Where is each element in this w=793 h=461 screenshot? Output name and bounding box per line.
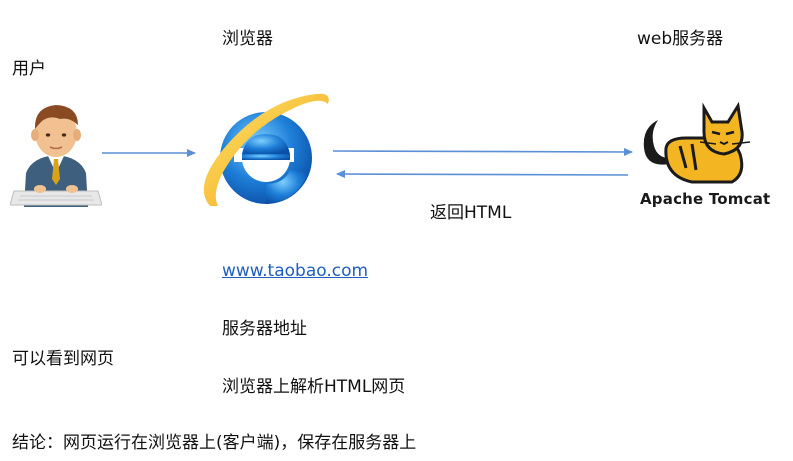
request-arrow: [332, 147, 633, 156]
response-arrow: [336, 170, 629, 179]
flow-arrows: [102, 147, 633, 179]
